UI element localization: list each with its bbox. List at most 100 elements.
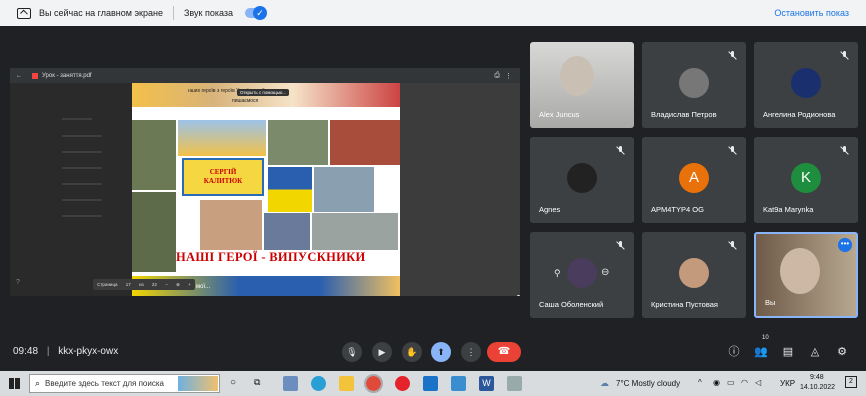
leave-call-button[interactable]: ☎ bbox=[487, 342, 521, 362]
network-icon[interactable]: ▭ bbox=[727, 378, 735, 387]
participant-tile[interactable]: Кристина Пустовая bbox=[642, 232, 746, 318]
volume-icon[interactable]: ◁ bbox=[755, 378, 761, 387]
dog-photo bbox=[312, 213, 398, 250]
print-icon[interactable]: ⎙ bbox=[494, 72, 500, 80]
mic-button[interactable]: 🎙 bbox=[342, 342, 362, 362]
nameplate-first: СЕРГІЙ bbox=[209, 168, 237, 176]
word-icon[interactable]: W bbox=[479, 376, 494, 391]
start-icon[interactable] bbox=[9, 378, 20, 389]
presenting-banner: Вы сейчас на главном экране Звук показа … bbox=[0, 0, 866, 26]
participant-name: Agnes bbox=[539, 205, 561, 214]
nameplate-last: КАЛИТЮК bbox=[203, 177, 243, 185]
hospital-photo bbox=[264, 213, 310, 250]
pin-icon[interactable]: ⚲ bbox=[554, 268, 561, 279]
outline-line bbox=[62, 183, 102, 185]
self-tile[interactable]: ••• Вы bbox=[754, 232, 858, 318]
page-total: 22 bbox=[151, 282, 157, 287]
task-view-icon[interactable]: ⧉ bbox=[254, 377, 260, 388]
sound-label: Звук показа bbox=[183, 8, 233, 18]
group-photo bbox=[314, 167, 374, 212]
participant-tile[interactable]: ⚲ ⊖ Саша Оболенский bbox=[530, 232, 634, 318]
present-button[interactable]: ⬆ bbox=[431, 342, 451, 362]
cloud-icon: ☁ bbox=[600, 378, 609, 388]
meeting-controls: 09:48 | kkx-pkyx-owx 🎙 ▶ ✋ ⬆ ⋮ ☎ ⓘ 👥 10 … bbox=[0, 334, 866, 370]
wheat-photo bbox=[178, 120, 266, 156]
participant-tile[interactable]: Alex Juncus bbox=[530, 42, 634, 128]
zoom-in-icon[interactable]: + bbox=[188, 282, 191, 287]
participant-tile[interactable]: Владислав Петров bbox=[642, 42, 746, 128]
participants-count: 10 bbox=[762, 335, 769, 341]
windows-taskbar: ⌕ Введите здесь текст для поиска ○ ⧉ W ☁… bbox=[0, 371, 866, 396]
participant-tile[interactable]: Ангелина Родионова bbox=[754, 42, 858, 128]
language-indicator[interactable]: УКР bbox=[780, 379, 795, 388]
pdf-viewer-toolbar: ← Урок - заняття.pdf ⎙ ⋮ bbox=[10, 68, 520, 83]
avatar bbox=[791, 68, 821, 98]
soldier-photo-2 bbox=[132, 192, 176, 272]
app-icon[interactable] bbox=[507, 376, 522, 391]
hero-nameplate: СЕРГІЙ КАЛИТЮК bbox=[182, 158, 264, 196]
chat-icon[interactable]: ▤ bbox=[780, 344, 796, 360]
tray-icon[interactable]: ◉ bbox=[713, 378, 720, 387]
wifi-icon[interactable]: ◠ bbox=[741, 378, 748, 387]
photos-icon[interactable] bbox=[451, 376, 466, 391]
weather-text[interactable]: 7°C Mostly cloudy bbox=[616, 379, 680, 388]
activities-icon[interactable]: ◬ bbox=[807, 344, 823, 360]
mic-off-icon bbox=[616, 146, 625, 155]
meeting-info: 09:48 | kkx-pkyx-owx bbox=[13, 346, 118, 357]
opera-icon[interactable] bbox=[395, 376, 410, 391]
presenting-text: Вы сейчас на главном экране bbox=[39, 8, 163, 18]
participant-name: Вы bbox=[765, 298, 776, 307]
participant-name: Саша Оболенский bbox=[539, 300, 604, 309]
search-placeholder: Введите здесь текст для поиска bbox=[45, 379, 164, 388]
host-controls-icon[interactable]: ⚙ bbox=[834, 344, 850, 360]
meeting-code: kkx-pkyx-owx bbox=[58, 346, 119, 357]
flag-photo bbox=[268, 167, 312, 212]
file-explorer-icon[interactable] bbox=[339, 376, 354, 391]
help-icon[interactable]: ? bbox=[16, 279, 20, 286]
taskbar-search[interactable]: ⌕ Введите здесь текст для поиска bbox=[29, 374, 220, 393]
participant-tile[interactable]: K Kat9a Marynka bbox=[754, 137, 858, 223]
open-with-popup[interactable]: Открыть с помощью... bbox=[237, 89, 290, 96]
outline-line bbox=[62, 151, 102, 153]
camera-button[interactable]: ▶ bbox=[372, 342, 392, 362]
banner-divider bbox=[172, 6, 174, 20]
pdf-scrollbar[interactable] bbox=[517, 295, 520, 296]
tray-chevron-icon[interactable]: ^ bbox=[698, 378, 702, 387]
outline-line bbox=[62, 118, 92, 120]
avatar-letter: K bbox=[791, 163, 821, 193]
avatar bbox=[679, 68, 709, 98]
mic-off-icon bbox=[840, 146, 849, 155]
more-options-icon[interactable]: ••• bbox=[838, 238, 852, 252]
remove-icon[interactable]: ⊖ bbox=[601, 267, 609, 278]
more-vert-icon[interactable]: ⋮ bbox=[505, 72, 512, 80]
more-options-button[interactable]: ⋮ bbox=[461, 342, 481, 362]
sound-toggle[interactable]: ✓ bbox=[245, 6, 267, 20]
avatar bbox=[679, 258, 709, 288]
clock-date[interactable]: 14.10.2022 bbox=[800, 384, 835, 391]
raise-hand-button[interactable]: ✋ bbox=[402, 342, 422, 362]
zoom-out-icon[interactable]: − bbox=[165, 282, 168, 287]
pdf-tab-title: Урок - заняття.pdf bbox=[42, 72, 92, 79]
heroes-collage: СЕРГІЙ КАЛИТЮК НАШІ ГЕРОЇ - ВИПУСКНИКИ bbox=[132, 120, 400, 272]
page-current[interactable]: 17 bbox=[126, 282, 131, 287]
stop-presenting-button[interactable]: Остановить показ bbox=[774, 8, 849, 18]
meeting-separator: | bbox=[46, 346, 50, 357]
pdf-page: нших героїв з героїв України, чий пишаєм… bbox=[132, 83, 400, 296]
zoom-fit-icon[interactable]: ⊕ bbox=[176, 282, 180, 288]
outline-line bbox=[62, 199, 102, 201]
store-icon[interactable] bbox=[283, 376, 298, 391]
info-icon[interactable]: ⓘ bbox=[726, 344, 742, 360]
mail-icon[interactable] bbox=[423, 376, 438, 391]
doc-top-text-2: пишаємося bbox=[232, 98, 259, 104]
notification-icon[interactable]: 2 bbox=[845, 376, 857, 388]
chrome-icon[interactable] bbox=[364, 374, 383, 393]
cortana-icon[interactable]: ○ bbox=[230, 377, 236, 388]
edge-icon[interactable] bbox=[311, 376, 326, 391]
back-arrow-icon[interactable]: ← bbox=[16, 73, 22, 79]
people-icon[interactable]: 👥 bbox=[753, 344, 769, 360]
participant-tile[interactable]: A APM4TYP4 OG bbox=[642, 137, 746, 223]
participant-tile[interactable]: Agnes bbox=[530, 137, 634, 223]
mic-off-icon bbox=[728, 146, 737, 155]
portrait-photo bbox=[200, 200, 262, 250]
clock-time[interactable]: 9:48 bbox=[810, 374, 824, 381]
